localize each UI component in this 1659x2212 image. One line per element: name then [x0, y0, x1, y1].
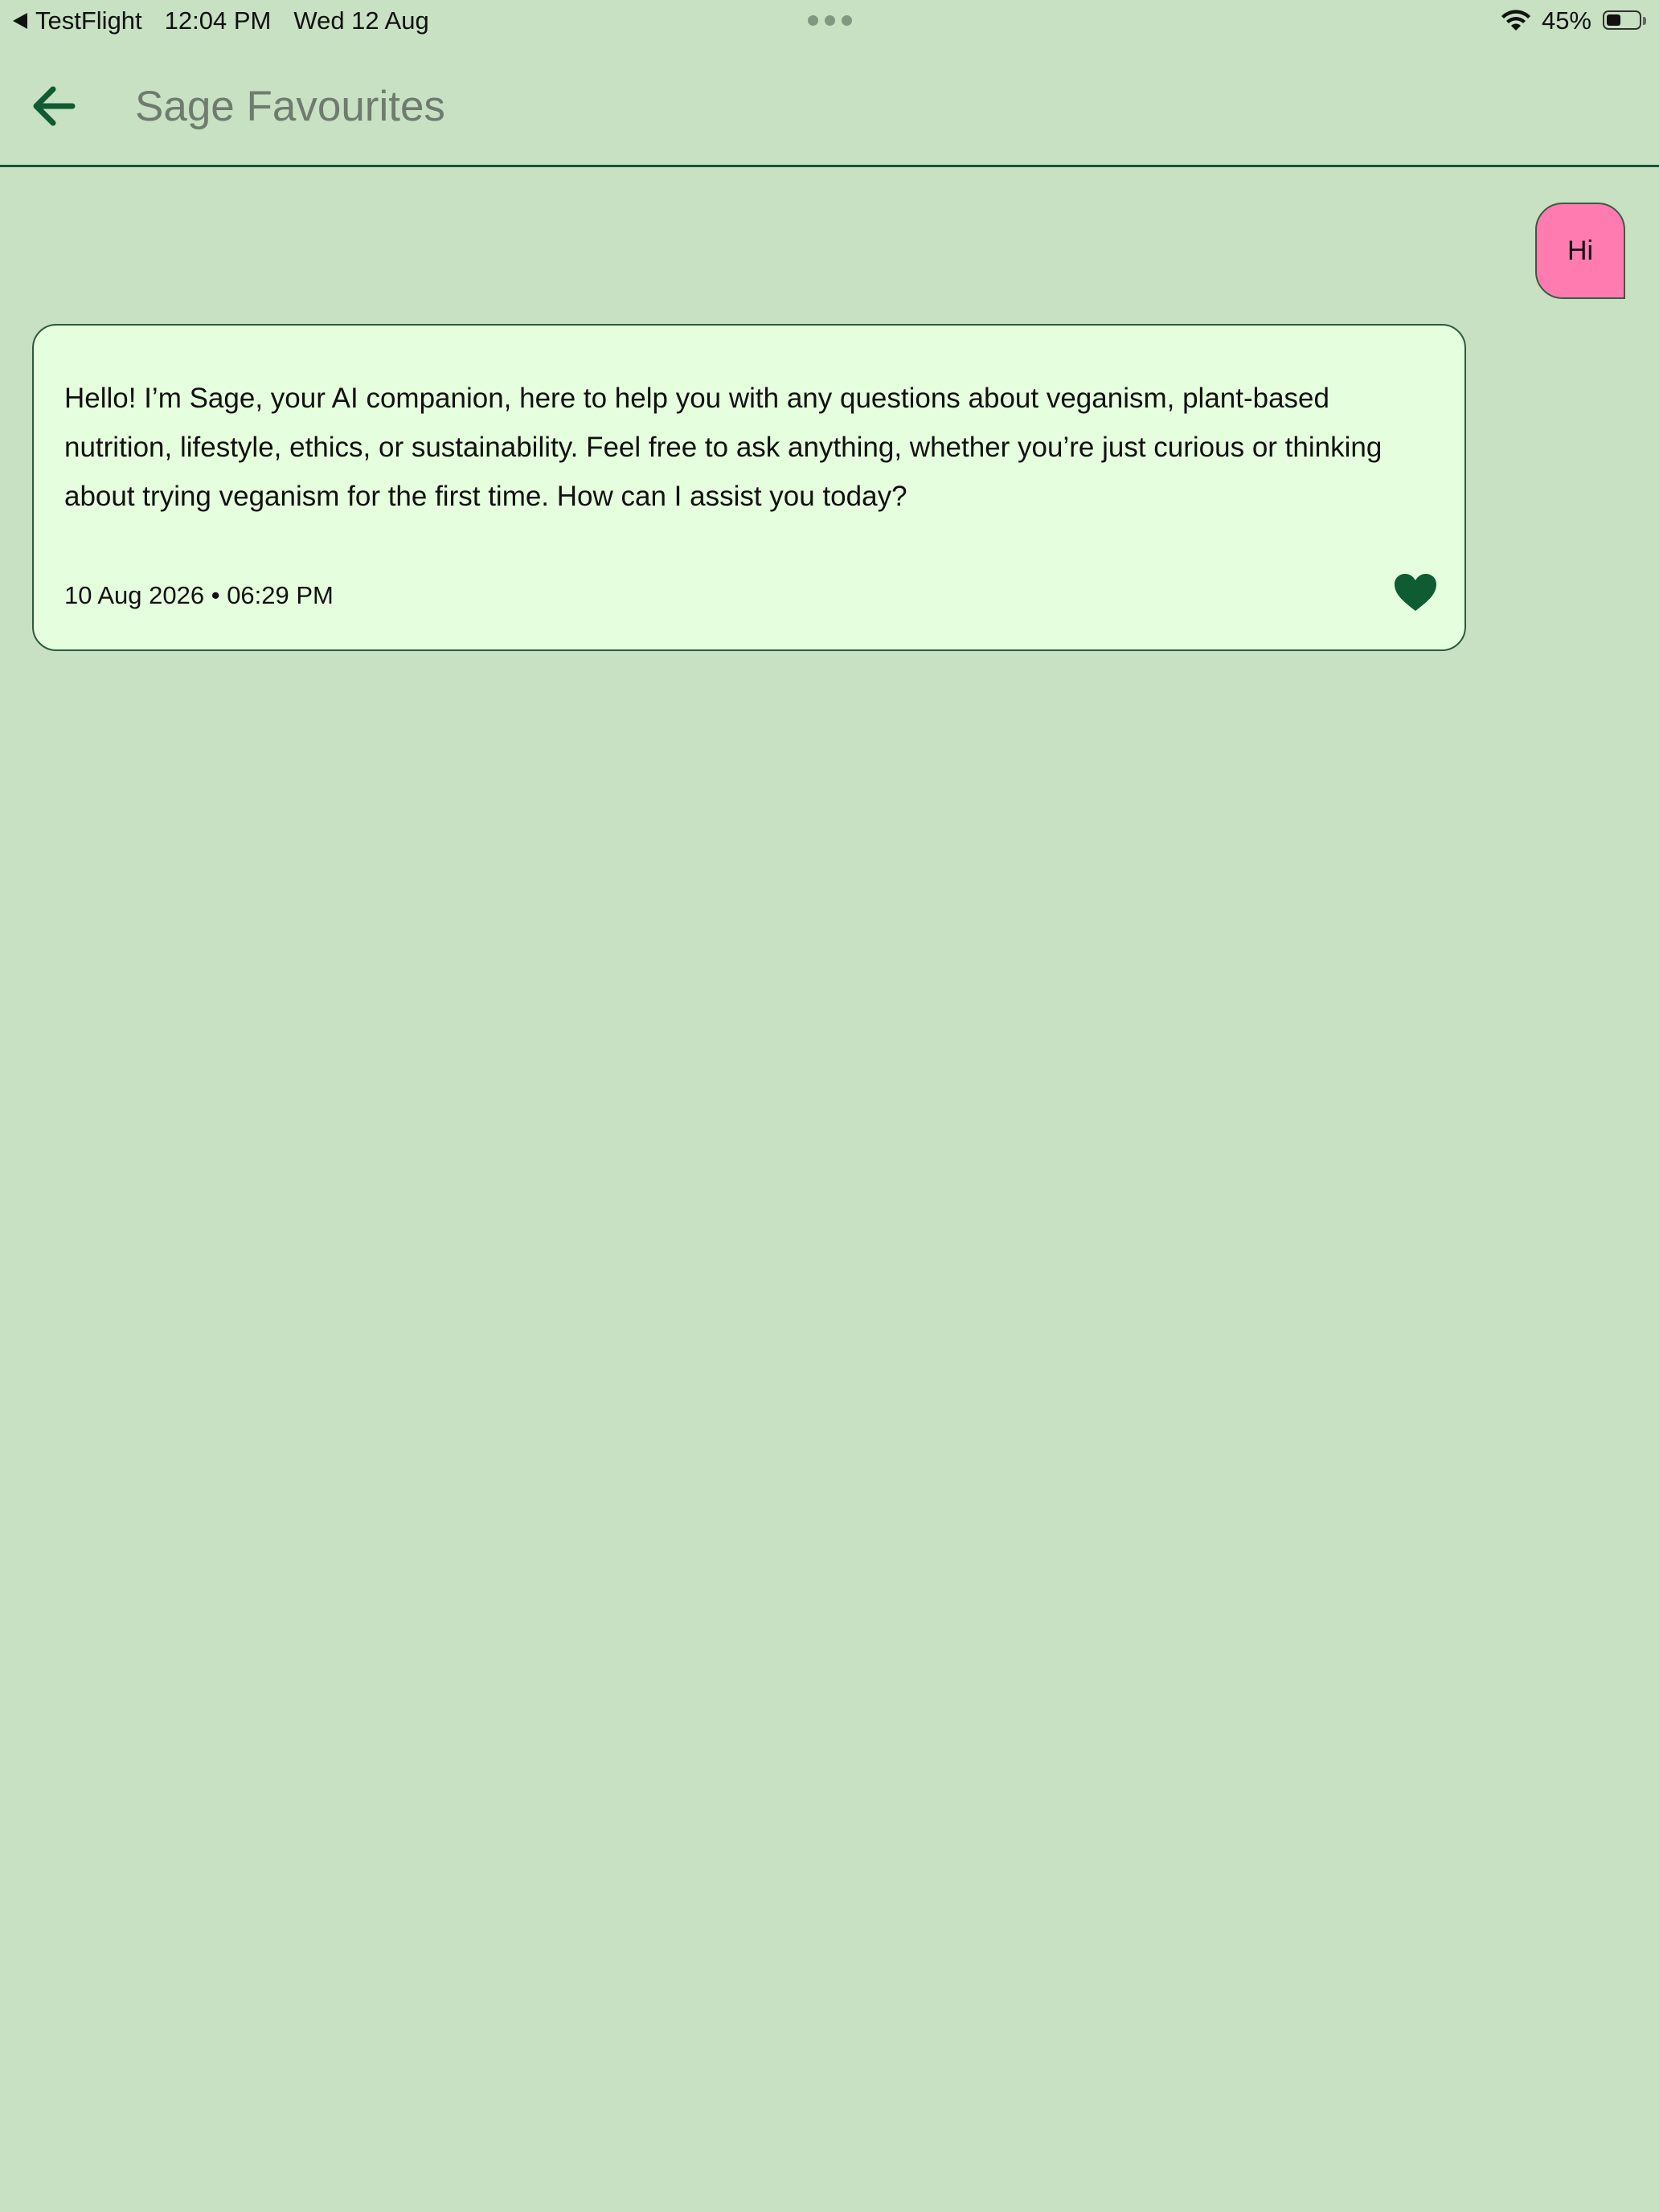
- status-right: 45%: [1500, 5, 1648, 37]
- battery-icon: [1603, 10, 1648, 31]
- back-app-label[interactable]: TestFlight: [35, 6, 142, 35]
- message-timestamp: 10 Aug 2026 • 06:29 PM: [64, 581, 334, 609]
- dot: [808, 15, 818, 26]
- wifi-icon: [1501, 10, 1530, 31]
- heart-icon[interactable]: [1393, 572, 1438, 612]
- favourite-button[interactable]: [1391, 568, 1440, 616]
- app-header: Sage Favourites: [0, 42, 1659, 167]
- user-message-text: Hi: [1567, 235, 1594, 266]
- battery-fill: [1607, 14, 1620, 26]
- user-message-bubble: Hi: [1535, 203, 1625, 299]
- ai-message-card: Hello! I’m Sage, your AI companion, here…: [32, 324, 1466, 651]
- back-to-app-icon[interactable]: [13, 13, 27, 29]
- dot: [825, 15, 835, 26]
- arrow-left-icon[interactable]: [29, 80, 80, 132]
- page-title: Sage Favourites: [135, 83, 445, 130]
- status-date: Wed 12 Aug: [293, 6, 429, 35]
- battery-percent: 45%: [1541, 6, 1591, 35]
- status-left[interactable]: TestFlight 12:04 PM Wed 12 Aug: [13, 5, 429, 37]
- ai-message-text: Hello! I’m Sage, your AI companion, here…: [64, 383, 1382, 512]
- dot: [842, 15, 852, 26]
- multitasking-dots[interactable]: [808, 15, 852, 26]
- status-bar: TestFlight 12:04 PM Wed 12 Aug 45%: [0, 0, 1659, 42]
- status-time: 12:04 PM: [164, 6, 272, 35]
- back-button[interactable]: [24, 76, 85, 137]
